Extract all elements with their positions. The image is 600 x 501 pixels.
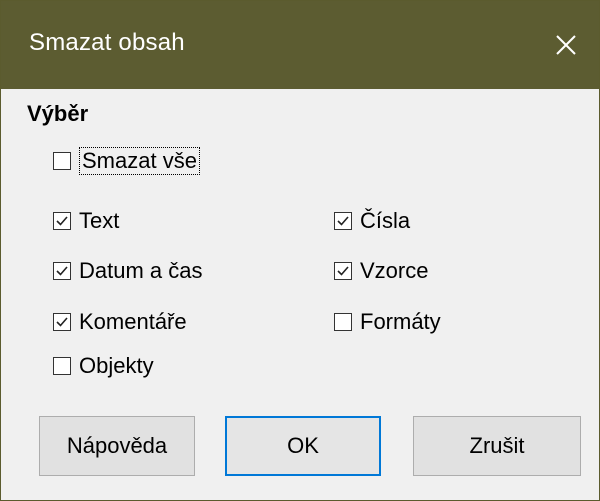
checkbox-text-label: Text xyxy=(79,208,120,233)
help-button[interactable]: Nápověda xyxy=(39,416,195,476)
checkbox-box[interactable] xyxy=(53,152,71,170)
checkbox-box[interactable] xyxy=(53,212,71,230)
checkbox-objects-label: Objekty xyxy=(79,353,154,378)
selection-group-label: Výběr xyxy=(27,101,89,126)
checkbox-formulas-label: Vzorce xyxy=(360,258,429,283)
checkbox-numbers[interactable]: Čísla xyxy=(334,208,410,234)
cancel-button[interactable]: Zrušit xyxy=(413,416,581,476)
dialog-title: Smazat obsah xyxy=(29,29,185,56)
check-icon xyxy=(56,317,68,327)
checkbox-delete-all[interactable]: Smazat vše xyxy=(53,147,200,175)
checkbox-objects[interactable]: Objekty xyxy=(53,353,154,379)
checkbox-box[interactable] xyxy=(53,357,71,375)
check-icon xyxy=(337,216,349,226)
checkbox-box[interactable] xyxy=(53,313,71,331)
close-icon xyxy=(556,35,576,55)
close-button[interactable] xyxy=(533,1,599,89)
checkbox-box[interactable] xyxy=(334,212,352,230)
checkbox-delete-all-label: Smazat vše xyxy=(79,147,200,175)
checkbox-box[interactable] xyxy=(53,262,71,280)
checkbox-comments-label: Komentáře xyxy=(79,309,187,334)
checkbox-formats-label: Formáty xyxy=(360,309,441,334)
checkbox-formulas[interactable]: Vzorce xyxy=(334,258,428,284)
checkbox-datetime-label: Datum a čas xyxy=(79,258,203,283)
check-icon xyxy=(337,266,349,276)
checkbox-box[interactable] xyxy=(334,262,352,280)
check-icon xyxy=(56,216,68,226)
checkbox-comments[interactable]: Komentáře xyxy=(53,309,187,335)
dialog-window: Smazat obsah Výběr Smazat vše Text Čísla… xyxy=(0,0,600,501)
checkbox-formats[interactable]: Formáty xyxy=(334,309,441,335)
check-icon xyxy=(56,266,68,276)
checkbox-datetime[interactable]: Datum a čas xyxy=(53,258,203,284)
title-bar: Smazat obsah xyxy=(1,1,599,89)
checkbox-box[interactable] xyxy=(334,313,352,331)
checkbox-text[interactable]: Text xyxy=(53,208,119,234)
checkbox-numbers-label: Čísla xyxy=(360,208,411,233)
ok-button[interactable]: OK xyxy=(225,416,381,476)
